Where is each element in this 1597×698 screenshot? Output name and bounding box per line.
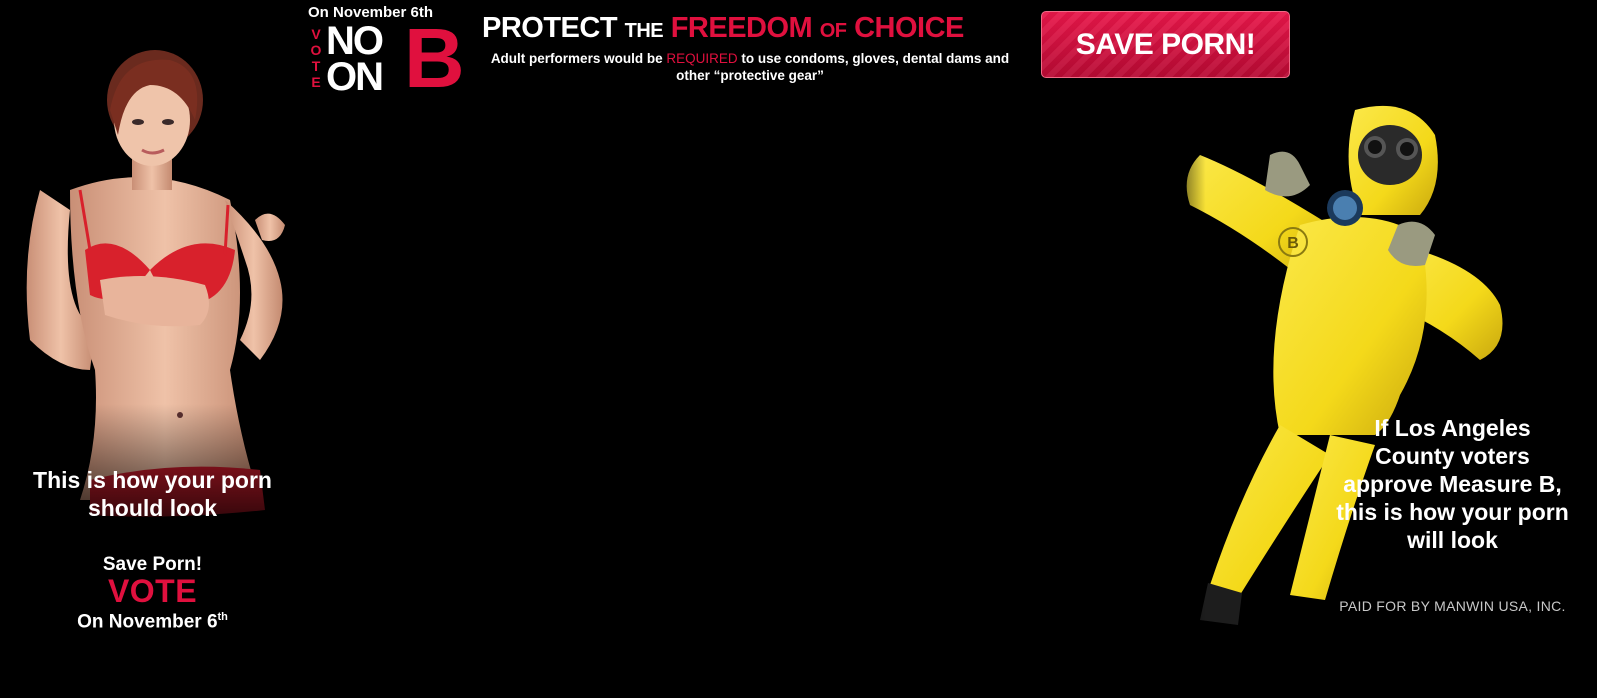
headline-protect: PROTECT [482,12,618,44]
left-caption: This is how your porn should look [0,466,305,522]
headline: PROTECT THE FREEDOM OF CHOICE [482,12,964,45]
save-porn-button[interactable]: SAVE PORN! [1041,11,1290,78]
logo-no: NO [326,19,384,63]
paid-for-disclaimer: PAID FOR BY MANWIN USA, INC. [1339,598,1566,614]
hazmat-suit-figure-image: B [1160,95,1540,650]
left-date-suffix: th [217,611,228,623]
right-caption-line: this is how your porn [1336,499,1569,525]
headline-choice: CHOICE [854,12,964,44]
headline-of: OF [819,20,847,42]
logo-on: ON [326,55,384,99]
headline-freedom: FREEDOM [670,12,813,44]
right-caption-line: will look [1407,527,1498,553]
left-caption-line: This is how your porn [33,467,272,493]
left-date-text: On November 6th [0,611,305,633]
right-caption: If Los Angeles County voters approve Mea… [1310,414,1595,554]
vote-no-on-b-logo: On November 6th V O T E NO ON B [308,4,468,105]
left-date-main: On November 6 [77,611,218,633]
headline-subtext: Adult performers would be REQUIRED to us… [490,50,1010,84]
subtext-before: Adult performers would be [490,51,663,66]
left-caption-line: should look [87,495,218,521]
logo-b: B [404,11,465,105]
headline-the: THE [624,20,664,42]
left-vote-text: VOTE [107,573,198,609]
subtext-required: REQUIRED [666,51,738,66]
right-caption-line: If Los Angeles [1374,415,1531,441]
right-caption-line: County voters [1375,443,1530,469]
right-caption-line: approve Measure B, [1343,471,1562,497]
